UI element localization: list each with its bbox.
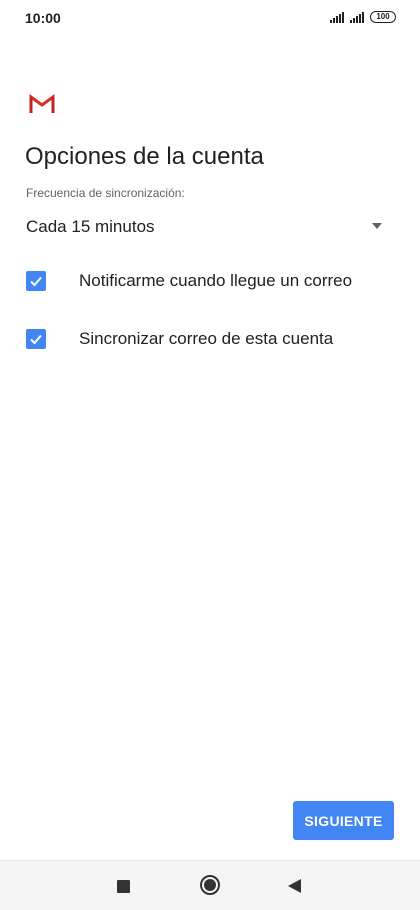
status-icons: 100 [330,11,396,23]
sync-frequency-dropdown[interactable]: Cada 15 minutos [26,212,388,242]
gmail-logo-icon [29,94,55,114]
page-title: Opciones de la cuenta [25,143,264,170]
notify-checkbox[interactable] [26,271,46,291]
next-button[interactable]: SIGUIENTE [293,801,394,840]
sync-frequency-label: Frecuencia de sincronización: [26,186,185,200]
back-icon[interactable] [288,879,301,893]
notify-label: Notificarme cuando llegue un correo [79,271,353,290]
signal-icon [350,11,364,23]
sync-checkbox[interactable] [26,329,46,349]
battery-icon: 100 [370,11,396,23]
dropdown-arrow-icon [372,223,382,229]
checkmark-icon [30,276,42,287]
status-time: 10:00 [25,10,61,26]
sync-option[interactable]: Sincronizar correo de esta cuenta [26,327,396,351]
signal-icon [330,11,344,23]
sync-frequency-value: Cada 15 minutos [26,217,155,236]
recent-apps-icon[interactable] [117,880,130,893]
status-bar: 10:00 100 [0,0,420,36]
home-icon[interactable] [200,875,220,895]
checkmark-icon [30,334,42,345]
sync-label: Sincronizar correo de esta cuenta [79,329,334,348]
notify-option[interactable]: Notificarme cuando llegue un correo [26,269,396,293]
navigation-bar [0,860,420,910]
